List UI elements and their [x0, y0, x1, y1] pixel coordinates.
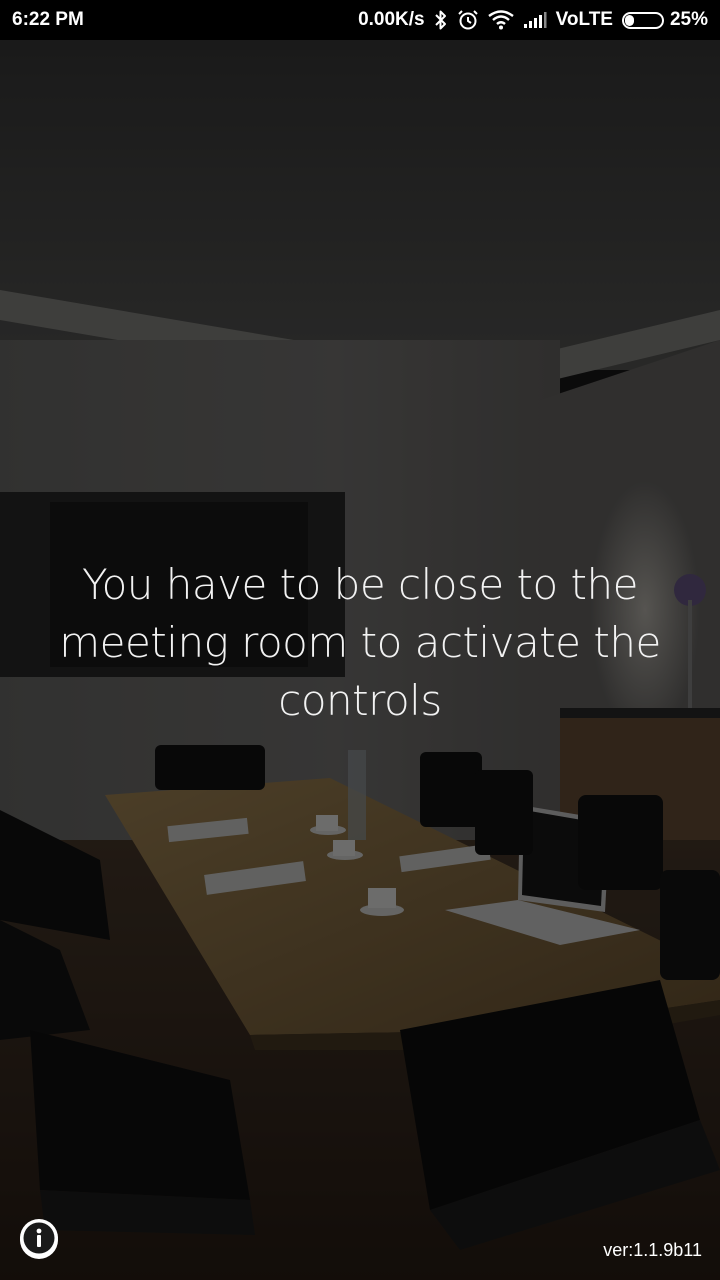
battery-fill [624, 14, 634, 26]
alarm-icon [457, 9, 479, 31]
battery-icon: 25% [621, 9, 708, 31]
status-bar: 6:22 PM 0.00K/s VoLTE 25% [0, 0, 720, 40]
battery-shell [621, 11, 664, 29]
version-label: ver:1.1.9b11 [603, 1240, 702, 1260]
proximity-message: You have to be close to the meeting room… [59, 560, 661, 725]
wifi-icon [487, 10, 514, 30]
status-icons: 0.00K/s VoLTE 25% [358, 9, 708, 31]
info-icon [20, 1218, 58, 1262]
network-speed: 0.00K/s [358, 9, 425, 30]
battery-percent: 25% [669, 9, 708, 30]
status-time: 6:22 PM [12, 9, 84, 30]
signal-icon [523, 11, 547, 29]
network-type: VoLTE [555, 9, 613, 30]
bluetooth-icon [434, 9, 448, 31]
app-screen: 6:22 PM 0.00K/s VoLTE 25% You have to be… [0, 0, 720, 1280]
info-button[interactable] [20, 1218, 58, 1262]
